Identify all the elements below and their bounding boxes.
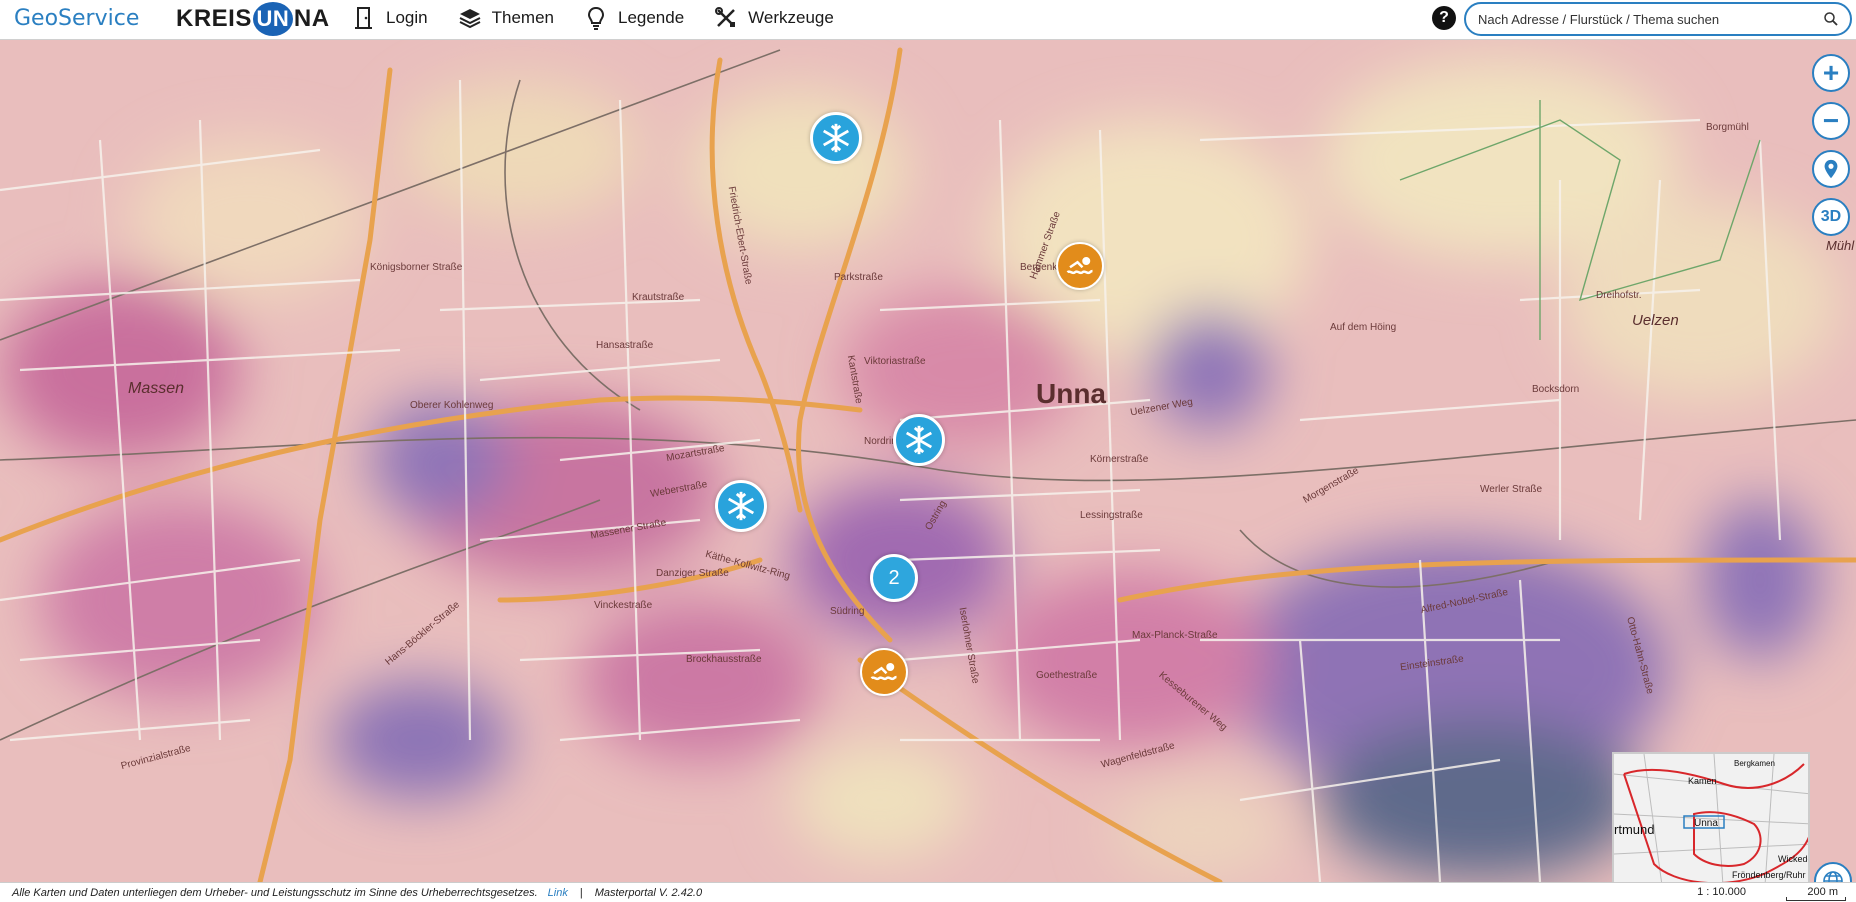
street-label: Parkstraße <box>834 272 883 283</box>
street-label: Lessingstraße <box>1080 510 1143 521</box>
street-label: Südring <box>830 606 865 617</box>
street-label: Bocksdorn <box>1532 384 1580 395</box>
street-label: Oberer Kohlenweg <box>410 400 494 411</box>
zoom-out-button[interactable]: − <box>1812 102 1850 140</box>
copyright-link[interactable]: Link <box>548 887 568 899</box>
cluster-marker[interactable]: 2 <box>870 554 918 602</box>
snowflake-icon <box>905 425 933 455</box>
snowflake-icon <box>727 491 755 521</box>
street-label: Königsborner Straße <box>370 262 463 273</box>
snowflake-marker[interactable] <box>893 414 945 466</box>
logo-circle: UN <box>252 2 293 36</box>
footer-separator: | <box>579 886 583 899</box>
minimap-label: Bergkamen <box>1734 759 1775 768</box>
footer-bar: Alle Karten und Daten unterliegen dem Ur… <box>0 882 1856 902</box>
street-label: Krautstraße <box>632 292 685 303</box>
minimap-label: Kamen <box>1688 776 1717 786</box>
help-button[interactable]: ? <box>1432 6 1456 30</box>
scale-text[interactable]: 1 : 10.000 <box>1697 886 1746 898</box>
swimming-marker[interactable] <box>860 648 908 696</box>
version-text: Masterportal V. 2.42.0 <box>594 886 703 899</box>
snowflake-marker[interactable] <box>715 480 767 532</box>
street-label: Borgmühl <box>1706 122 1749 133</box>
street-label: Danziger Straße <box>656 568 729 579</box>
3d-button[interactable]: 3D <box>1812 198 1850 236</box>
district-label-uelzen: Uelzen <box>1632 312 1679 329</box>
locate-button[interactable] <box>1812 150 1850 188</box>
zoom-in-button[interactable]: + <box>1812 54 1850 92</box>
street-label: Vinckestraße <box>594 600 653 611</box>
nav-werkzeuge[interactable]: Werkzeuge <box>714 6 834 30</box>
door-icon <box>355 7 372 29</box>
location-pin-icon <box>1824 159 1838 179</box>
minimap-label: Unna <box>1694 818 1718 829</box>
swimming-marker[interactable] <box>1056 242 1104 290</box>
copyright-text: Alle Karten und Daten unterliegen dem Ur… <box>12 886 538 899</box>
main-nav: Login Themen Legende Werkzeuge <box>352 0 834 36</box>
swimming-icon <box>870 663 897 681</box>
street-label: Brockhausstraße <box>686 654 762 665</box>
snowflake-marker[interactable] <box>810 112 862 164</box>
minimap-label: rtmund <box>1614 822 1654 837</box>
lightbulb-icon <box>587 6 604 30</box>
snowflake-icon <box>822 123 850 153</box>
kreis-unna-logo[interactable]: KREIS UN NA <box>176 2 330 36</box>
minimap-label: Wickede <box>1778 854 1810 864</box>
minimap-label: Fröndenberg/Ruhr <box>1732 870 1806 880</box>
top-bar: GeoService KREIS UN NA Login Themen Lege… <box>0 0 1856 40</box>
map-canvas[interactable]: Unna Massen Uelzen Mühl Hansastraße Vikt… <box>0 40 1856 882</box>
district-label-massen: Massen <box>128 380 185 397</box>
logo-text-left: KREIS <box>176 5 252 32</box>
overview-minimap[interactable]: Kamen rtmund Unna Fröndenberg/Ruhr Bergk… <box>1612 752 1810 882</box>
swimming-icon <box>1066 257 1093 275</box>
street-label: Werler Straße <box>1480 484 1543 495</box>
street-label: Dreihofstr. <box>1596 290 1642 301</box>
brand-title[interactable]: GeoService <box>14 6 139 31</box>
district-label-muehl: Mühl <box>1826 238 1855 253</box>
street-label: Auf dem Höing <box>1330 322 1397 333</box>
minimap-svg: Kamen rtmund Unna Fröndenberg/Ruhr Bergk… <box>1614 754 1810 882</box>
street-label: Körnerstraße <box>1090 454 1149 465</box>
street-label: Hansastraße <box>596 340 654 351</box>
nav-themen-label: Themen <box>491 8 554 27</box>
nav-login[interactable]: Login <box>352 6 428 30</box>
globe-icon <box>1823 871 1843 882</box>
nav-legende[interactable]: Legende <box>584 6 684 30</box>
street-label: Viktoriastraße <box>864 356 926 367</box>
nav-themen[interactable]: Themen <box>458 6 554 30</box>
search-input[interactable] <box>1478 11 1822 27</box>
tools-icon <box>715 7 736 27</box>
city-label: Unna <box>1036 378 1106 409</box>
street-label: Max-Planck-Straße <box>1132 630 1218 641</box>
nav-werkzeuge-label: Werkzeuge <box>748 8 834 27</box>
logo-text-right: NA <box>293 5 330 32</box>
nav-login-label: Login <box>386 8 428 27</box>
scale-bar <box>1786 897 1846 901</box>
layers-icon <box>459 9 481 29</box>
search-box[interactable] <box>1464 2 1852 36</box>
nav-legende-label: Legende <box>617 8 685 27</box>
street-label: Goethestraße <box>1036 670 1098 681</box>
search-icon[interactable] <box>1822 10 1840 28</box>
